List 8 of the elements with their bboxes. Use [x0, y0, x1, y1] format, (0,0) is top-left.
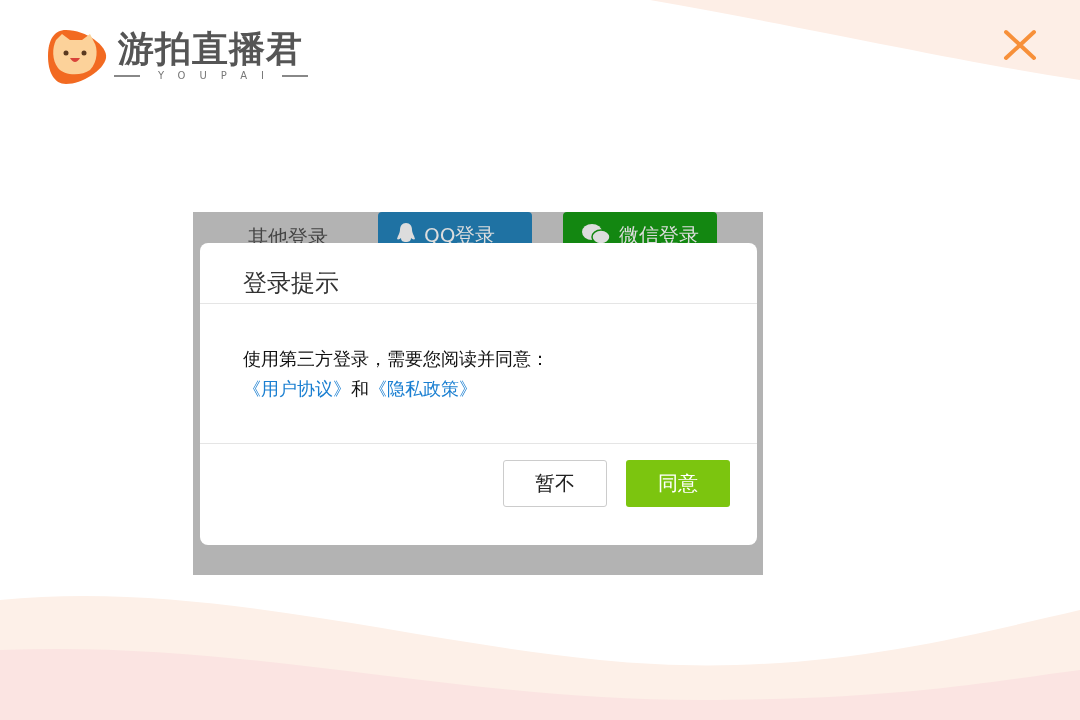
app-tagline: YOUPAI	[157, 69, 278, 83]
privacy-policy-link[interactable]: 《隐私政策》	[369, 374, 477, 404]
user-agreement-link[interactable]: 《用户协议》	[243, 374, 351, 404]
dialog-message: 使用第三方登录，需要您阅读并同意：	[243, 347, 550, 371]
app-name: 游拍直播君	[118, 29, 304, 69]
dialog-title: 登录提示	[242, 268, 340, 299]
conjunction-text: 和	[351, 377, 369, 401]
decline-button[interactable]: 暂不	[503, 460, 607, 507]
